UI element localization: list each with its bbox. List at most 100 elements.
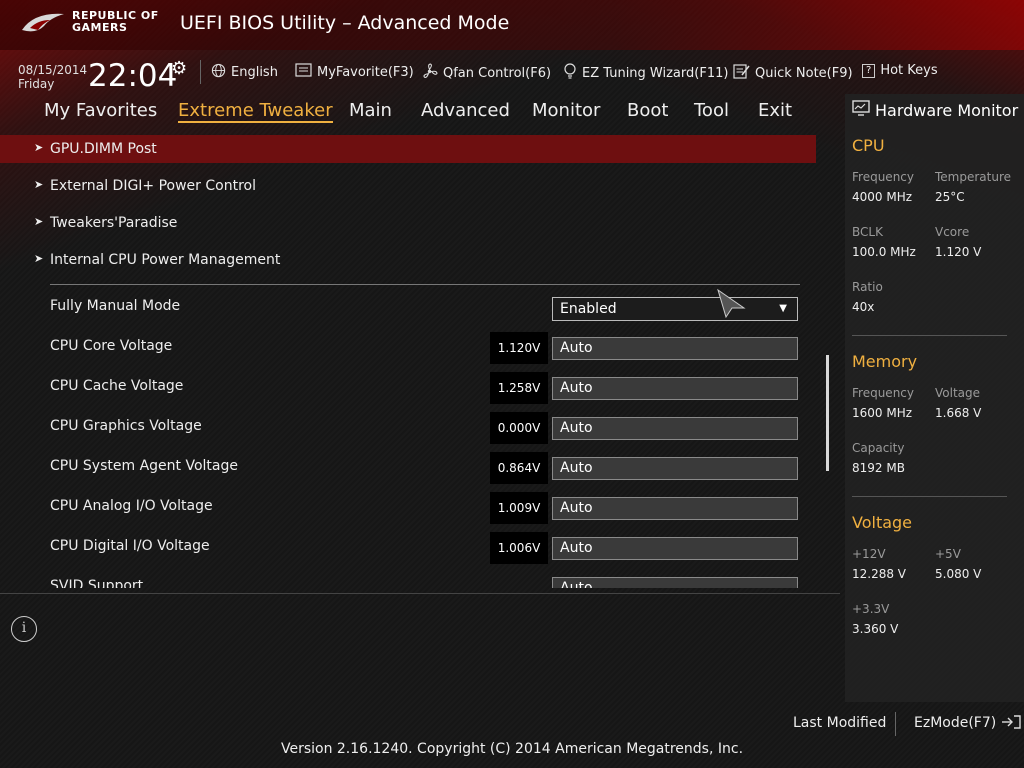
language-button[interactable]: English: [211, 63, 278, 82]
voltage-input[interactable]: Auto: [552, 537, 798, 560]
title-bar: REPUBLIC OF GAMERS UEFI BIOS Utility – A…: [0, 0, 1024, 50]
clock: 22:04: [88, 58, 178, 94]
ez-tuning-label: EZ Tuning Wizard(F11): [582, 66, 729, 81]
v12-label: +12V: [852, 547, 886, 561]
section-divider: [50, 284, 800, 285]
current-voltage: 1.006V: [490, 532, 548, 564]
tab-extreme-tweaker[interactable]: Extreme Tweaker: [178, 100, 333, 123]
setting-cpu-system-agent-voltage: CPU System Agent Voltage 0.864V Auto: [0, 452, 816, 484]
tab-monitor[interactable]: Monitor: [532, 100, 600, 121]
cpu-temperature-value: 25°C: [935, 190, 965, 204]
bottom-bar: Last Modified EzMode(F7) Version 2.16.12…: [0, 702, 1024, 768]
current-voltage: 1.120V: [490, 332, 548, 364]
v33-label: +3.3V: [852, 602, 890, 616]
vcore-label: Vcore: [935, 225, 970, 239]
cpu-heading: CPU: [852, 136, 885, 155]
setting-label: SVID Support: [50, 578, 144, 588]
tab-advanced[interactable]: Advanced: [421, 100, 510, 121]
app-title: UEFI BIOS Utility – Advanced Mode: [180, 12, 510, 34]
setting-cpu-cache-voltage: CPU Cache Voltage 1.258V Auto: [0, 372, 816, 404]
tab-boot[interactable]: Boot: [627, 100, 668, 121]
select-value: Enabled: [560, 301, 617, 317]
brand-line-2: GAMERS: [72, 21, 128, 34]
voltage-input[interactable]: Auto: [552, 337, 798, 360]
scrollbar[interactable]: [826, 355, 829, 471]
ratio-value: 40x: [852, 300, 875, 314]
arrow-right-icon: ➤: [34, 141, 44, 154]
voltage-input[interactable]: Auto: [552, 417, 798, 440]
voltage-input[interactable]: Auto: [552, 497, 798, 520]
submenu-gpu-dimm-post[interactable]: ➤ GPU.DIMM Post: [0, 135, 816, 163]
favorite-list-icon: [295, 63, 312, 81]
exit-arrow-icon: [1001, 715, 1021, 731]
ez-tuning-button[interactable]: EZ Tuning Wizard(F11): [563, 63, 728, 84]
arrow-right-icon: ➤: [34, 215, 44, 228]
hardware-monitor-label: Hardware Monitor: [875, 100, 1019, 120]
v5-label: +5V: [935, 547, 961, 561]
gear-icon[interactable]: ⚙: [171, 58, 187, 79]
hot-keys-button[interactable]: ? Hot Keys: [862, 63, 938, 78]
voltage-input[interactable]: Auto: [552, 377, 798, 400]
date-display: 08/15/2014 Friday: [18, 63, 87, 91]
submenu-label: External DIGI+ Power Control: [50, 178, 256, 194]
ratio-label: Ratio: [852, 280, 883, 294]
setting-svid-support: SVID Support Auto: [0, 572, 816, 588]
setting-label: CPU Digital I/O Voltage: [50, 538, 210, 554]
separator: [895, 712, 896, 736]
info-bar: 08/15/2014 Friday 22:04 ⚙ English MyFavo…: [0, 56, 1024, 94]
bclk-value: 100.0 MHz: [852, 245, 916, 259]
cpu-temperature-label: Temperature: [935, 170, 1012, 184]
mouse-cursor-icon: [716, 288, 746, 322]
menu-bar: My Favorites Extreme Tweaker Main Advanc…: [0, 96, 840, 128]
tab-tool[interactable]: Tool: [694, 100, 729, 121]
setting-label: CPU System Agent Voltage: [50, 458, 238, 474]
arrow-right-icon: ➤: [34, 252, 44, 265]
current-voltage: 0.864V: [490, 452, 548, 484]
help-panel: i: [0, 593, 840, 701]
setting-cpu-analog-io-voltage: CPU Analog I/O Voltage 1.009V Auto: [0, 492, 816, 524]
setting-label: CPU Analog I/O Voltage: [50, 498, 213, 514]
setting-cpu-core-voltage: CPU Core Voltage 1.120V Auto: [0, 332, 816, 364]
date-text: 08/15/2014: [18, 63, 88, 77]
fully-manual-mode-select[interactable]: Enabled ▼: [552, 297, 798, 321]
lightbulb-icon: [563, 63, 577, 84]
tab-my-favorites[interactable]: My Favorites: [44, 100, 157, 121]
submenu-tweakers-paradise[interactable]: ➤ Tweakers'Paradise: [0, 209, 816, 237]
hardware-monitor-title: Hardware Monitor: [852, 100, 1018, 120]
myfavorite-label: MyFavorite(F3): [317, 64, 414, 80]
fan-icon: [421, 63, 438, 84]
tab-exit[interactable]: Exit: [758, 100, 792, 121]
voltage-input[interactable]: Auto: [552, 457, 798, 480]
svid-support-select[interactable]: Auto: [552, 577, 798, 588]
language-label: English: [231, 65, 278, 80]
rog-logo: REPUBLIC OF GAMERS: [20, 8, 170, 40]
qfan-button[interactable]: Qfan Control(F6): [421, 63, 551, 84]
ezmode-button[interactable]: EzMode(F7): [914, 715, 1021, 731]
setting-label: CPU Core Voltage: [50, 338, 173, 354]
section-divider: [852, 496, 1007, 497]
cpu-frequency-value: 4000 MHz: [852, 190, 913, 204]
setting-cpu-graphics-voltage: CPU Graphics Voltage 0.000V Auto: [0, 412, 816, 444]
memory-heading: Memory: [852, 352, 918, 371]
submenu-label: GPU.DIMM Post: [50, 141, 157, 157]
memory-capacity-label: Capacity: [852, 441, 905, 455]
monitor-screen-icon: [852, 100, 870, 120]
memory-voltage-value: 1.668 V: [935, 406, 982, 420]
arrow-right-icon: ➤: [34, 178, 44, 191]
quick-note-button[interactable]: Quick Note(F9): [733, 63, 853, 83]
current-voltage: 0.000V: [490, 412, 548, 444]
myfavorite-button[interactable]: MyFavorite(F3): [295, 63, 414, 81]
ezmode-label: EzMode(F7): [914, 715, 997, 731]
qfan-label: Qfan Control(F6): [443, 66, 552, 81]
submenu-label: Internal CPU Power Management: [50, 252, 281, 268]
question-icon: ?: [862, 63, 876, 78]
brand-text: REPUBLIC OF GAMERS: [72, 10, 159, 34]
tab-main[interactable]: Main: [349, 100, 392, 121]
submenu-external-digi-power[interactable]: ➤ External DIGI+ Power Control: [0, 172, 816, 200]
submenu-internal-cpu-power[interactable]: ➤ Internal CPU Power Management: [0, 246, 816, 274]
globe-icon: [211, 63, 226, 82]
hardware-monitor: Hardware Monitor CPU Frequency Temperatu…: [845, 94, 1024, 702]
section-divider: [852, 335, 1007, 336]
caret-down-icon: ▼: [779, 303, 787, 314]
last-modified-button[interactable]: Last Modified: [793, 715, 886, 731]
